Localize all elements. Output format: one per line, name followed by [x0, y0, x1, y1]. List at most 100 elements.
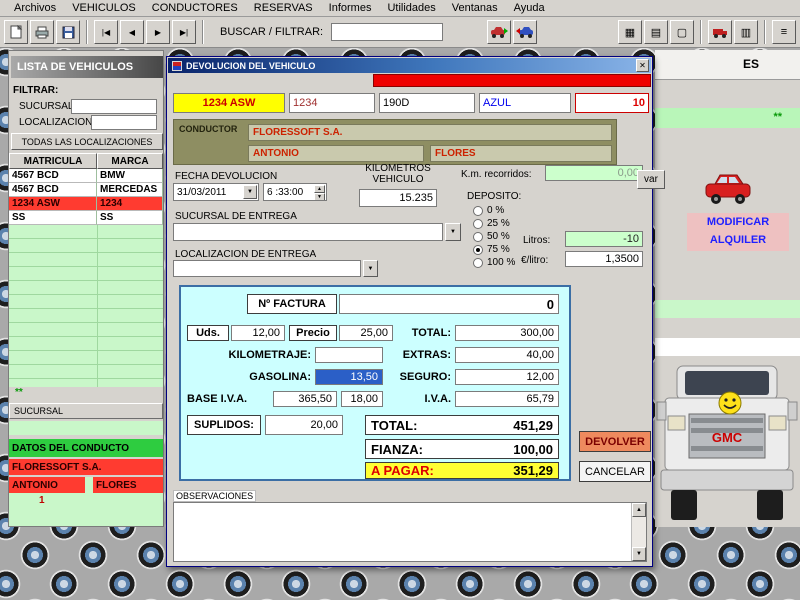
conductor-group: CONDUCTOR FLORESSOFT S.A. ANTONIO FLORES	[173, 119, 617, 165]
plate-field[interactable]: 1234 ASW	[173, 93, 285, 113]
deposito-radio-100[interactable]: 100 %	[473, 257, 515, 268]
deposito-radio-0[interactable]: 0 %	[473, 205, 504, 216]
table-row-selected[interactable]: 1234 ASW 1234	[9, 197, 163, 211]
modify-rental-button[interactable]: MODIFICAR ALQUILER	[687, 213, 789, 251]
cells-view-button[interactable]: ▤	[644, 20, 668, 44]
menu-conductores[interactable]: CONDUCTORES	[144, 1, 246, 15]
localizacion-filter-input[interactable]	[91, 115, 157, 130]
driver-last-name[interactable]: FLORES	[93, 477, 163, 493]
rent-car-button[interactable]	[487, 20, 512, 44]
fecha-devolucion-label: FECHA DEVOLUCION	[175, 171, 278, 182]
table-row[interactable]: SS SS	[9, 211, 163, 225]
radio-circle-icon	[473, 205, 483, 216]
observaciones-textarea[interactable]: ▲ ▼	[173, 502, 647, 562]
sucursal-entrega-dropdown-icon[interactable]: ▼	[445, 223, 461, 241]
localizacion-entrega-dropdown-icon[interactable]: ▼	[363, 260, 378, 277]
save-button[interactable]	[56, 20, 80, 44]
scroll-down-icon[interactable]: ▼	[632, 547, 646, 561]
table-row[interactable]: 4567 BCD MERCEDAS	[9, 183, 163, 197]
sucursal-filter-input[interactable]	[71, 99, 157, 114]
fecha-input[interactable]: 31/03/2011 ▼	[173, 183, 259, 201]
red-car-icon	[703, 170, 753, 211]
days-field[interactable]: 10	[575, 93, 649, 113]
menu-informes[interactable]: Informes	[321, 1, 380, 15]
dialog-title-bar[interactable]: DEVOLUCION DEL VEHICULO ✕	[168, 58, 651, 73]
empty-rows-grid[interactable]	[9, 225, 163, 387]
scrollbar[interactable]: ▲ ▼	[631, 503, 646, 561]
menu-ayuda[interactable]: Ayuda	[506, 1, 553, 15]
seguro-field[interactable]: 12,00	[455, 369, 559, 385]
sucursal-entrega-combo[interactable]	[173, 223, 443, 241]
stars-indicator: **	[773, 111, 782, 123]
devolver-button[interactable]: DEVOLVER	[579, 431, 651, 452]
grid-view-button[interactable]: ▦	[618, 20, 642, 44]
column-header-marca[interactable]: MARCA	[97, 153, 163, 169]
conductor-last-name-field[interactable]: FLORES	[430, 145, 612, 162]
menu-reservas[interactable]: RESERVAS	[246, 1, 321, 15]
list-view-button[interactable]: ≡	[772, 20, 796, 44]
kilometros-vehiculo-label: KILOMETROS VEHICULO	[347, 163, 449, 185]
localizacion-entrega-combo[interactable]	[173, 260, 361, 277]
gasolina-field[interactable]: 13,50	[315, 369, 383, 385]
new-button[interactable]	[4, 20, 28, 44]
kilometraje-field[interactable]	[315, 347, 383, 363]
factura-field[interactable]: 0	[339, 294, 559, 314]
deposito-radio-75[interactable]: 75 %	[473, 244, 510, 255]
stars-indicator: **	[15, 387, 23, 398]
litros-field[interactable]: -10	[565, 231, 643, 247]
litros-label: Litros:	[523, 235, 551, 246]
menu-archivos[interactable]: Archivos	[6, 1, 64, 15]
vehicle-list-title: LISTA DE VEHICULOS	[11, 56, 163, 78]
calendar-dropdown-icon[interactable]: ▼	[243, 185, 257, 199]
euro-litro-field[interactable]: 1,3500	[565, 251, 643, 267]
spinner-up-icon[interactable]: ▲	[314, 185, 325, 193]
suplidos-field[interactable]: 20,00	[265, 415, 343, 435]
driver-first-name[interactable]: ANTONIO	[9, 477, 85, 493]
spinner-down-icon[interactable]: ▼	[314, 193, 325, 200]
toolbar-separator	[202, 20, 204, 44]
truck-brand-text: GMC	[712, 430, 743, 445]
search-input[interactable]	[331, 23, 444, 41]
menu-utilidades[interactable]: Utilidades	[379, 1, 443, 15]
toolbar-separator	[86, 20, 88, 44]
conductor-first-name-field[interactable]: ANTONIO	[248, 145, 424, 162]
nav-prev-button[interactable]: ◀	[120, 20, 144, 44]
cancelar-button[interactable]: CANCELAR	[579, 461, 651, 482]
selection-box-button[interactable]: ▢	[670, 20, 694, 44]
nav-next-button[interactable]: ▶	[146, 20, 170, 44]
gasolina-label: GASOLINA:	[249, 371, 311, 383]
menu-vehiculos[interactable]: VEHICULOS	[64, 1, 144, 15]
deposito-radio-25[interactable]: 25 %	[473, 218, 510, 229]
driver-company[interactable]: FLORESSOFT S.A.	[9, 459, 163, 475]
extras-field[interactable]: 40,00	[455, 347, 559, 363]
scroll-up-icon[interactable]: ▲	[632, 503, 646, 517]
activate-button[interactable]: var	[637, 170, 665, 189]
fleet-button[interactable]	[708, 20, 732, 44]
extras-label: EXTRAS:	[402, 349, 451, 361]
hora-input[interactable]: 6 :33:00 ▲ ▼	[263, 183, 327, 201]
precio-field[interactable]: 25,00	[339, 325, 393, 341]
menu-ventanas[interactable]: Ventanas	[444, 1, 506, 15]
print-button[interactable]	[30, 20, 54, 44]
table-row[interactable]: 4567 BCD BMW	[9, 169, 163, 183]
model-field[interactable]: 190D	[379, 93, 475, 113]
color-field[interactable]: AZUL	[479, 93, 571, 113]
uds-field[interactable]: 12,00	[231, 325, 285, 341]
return-car-button[interactable]	[513, 20, 538, 44]
deposito-radio-50[interactable]: 50 %	[473, 231, 510, 242]
kilometros-vehiculo-field[interactable]: 15.235	[359, 189, 437, 207]
car-green-arrow-icon	[491, 27, 509, 38]
unit-number-field[interactable]: 1234	[289, 93, 375, 113]
column-header-matricula[interactable]: MATRICULA	[9, 153, 97, 169]
conductor-company-field[interactable]: FLORESSOFT S.A.	[248, 124, 612, 141]
green-row	[9, 493, 163, 526]
rental-tab-label[interactable]: ES	[743, 57, 759, 71]
cell-matricula: SS	[9, 211, 97, 225]
all-locations-button[interactable]: TODAS LAS LOCALIZACIONES	[11, 133, 163, 150]
columns-view-button[interactable]: ▥	[734, 20, 758, 44]
printer-icon	[35, 26, 49, 38]
nav-last-button[interactable]: ▶|	[172, 20, 196, 44]
nav-first-button[interactable]: |◀	[94, 20, 118, 44]
close-icon[interactable]: ✕	[636, 59, 649, 72]
iva-pct-field[interactable]: 18,00	[341, 391, 383, 407]
